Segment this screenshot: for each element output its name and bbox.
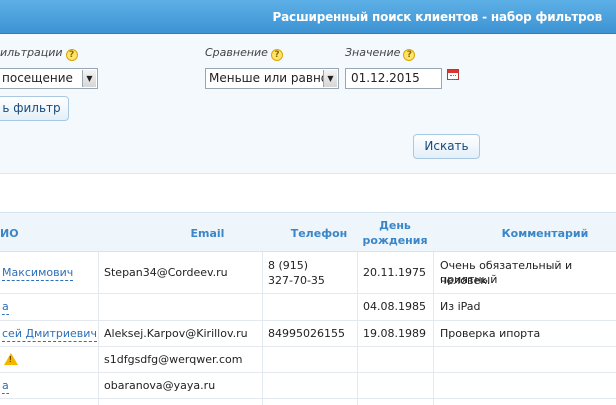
- help-icon[interactable]: ?: [65, 49, 78, 61]
- table-row[interactable]: ! s1dfgsdfg@werqwer.com: [0, 347, 616, 373]
- client-name-link[interactable]: сей Дмитриевич: [2, 327, 97, 342]
- column-header-birthday-line1[interactable]: День: [360, 219, 430, 232]
- table-row[interactable]: Максимович Stepan34@Cordeev.ru 8 (915) 3…: [0, 252, 616, 294]
- compare-value: Меньше или равно: [209, 71, 329, 85]
- client-phone-line1: 84995026155: [268, 327, 345, 340]
- header-bar: Расширенный поиск клиентов - набор фильт…: [0, 0, 616, 34]
- client-email: Aleksej.Karpov@Kirillov.ru: [104, 327, 248, 340]
- column-header-phone[interactable]: Телефон: [290, 227, 348, 240]
- client-name-link[interactable]: а: [2, 379, 9, 394]
- table-row[interactable]: сей Дмитриевич Aleksej.Karpov@Kirillov.r…: [0, 321, 616, 347]
- column-header-comment[interactable]: Комментарий: [500, 227, 590, 240]
- compare-select[interactable]: Меньше или равно ▼: [205, 68, 339, 89]
- page-title: Расширенный поиск клиентов - набор фильт…: [272, 10, 603, 24]
- search-button[interactable]: Искать: [413, 134, 480, 159]
- client-comment-line1: Из iPad: [440, 300, 481, 313]
- help-icon[interactable]: ?: [270, 49, 283, 61]
- client-email: obaranova@yaya.ru: [104, 379, 216, 392]
- column-header-birthday-line2[interactable]: рождения: [360, 234, 430, 247]
- date-input[interactable]: 01.12.2015: [345, 68, 442, 89]
- client-email: Stepan34@Cordeev.ru: [104, 266, 228, 279]
- help-icon[interactable]: ?: [403, 49, 416, 61]
- client-phone-line1: 8 (915): [268, 259, 309, 272]
- warning-glyph: !: [9, 355, 12, 364]
- warning-icon: !: [4, 353, 18, 365]
- filter-param-select[interactable]: посещение ▼: [0, 68, 98, 89]
- compare-label: Сравнение?: [205, 46, 283, 61]
- value-label-text: Значение: [345, 46, 401, 59]
- client-comment-line2: человек.: [440, 274, 491, 287]
- client-name-link[interactable]: Максимович: [2, 266, 74, 281]
- add-filter-button[interactable]: ь фильтр: [0, 96, 69, 121]
- client-birthday: 04.08.1985: [363, 300, 426, 313]
- calendar-icon[interactable]: [447, 69, 459, 80]
- client-comment-line1: Проверка ипорта: [440, 327, 541, 340]
- filter-param-label: ильтрации?: [0, 46, 78, 61]
- filter-param-label-text: ильтрации: [0, 46, 63, 59]
- column-header-email[interactable]: Email: [185, 227, 230, 240]
- filter-param-value: посещение: [2, 71, 73, 85]
- filter-panel: ильтрации? Сравнение? Значение? посещени…: [0, 34, 616, 174]
- client-birthday: 20.11.1975: [363, 266, 426, 279]
- table-row[interactable]: а 04.08.1985 Из iPad: [0, 294, 616, 321]
- chevron-down-icon[interactable]: ▼: [323, 70, 337, 87]
- table-header: ИО Email Телефон День рождения Комментар…: [0, 212, 616, 252]
- chevron-down-icon[interactable]: ▼: [82, 70, 96, 87]
- column-header-fio[interactable]: ИО: [0, 227, 19, 240]
- client-phone-line2: 327-70-35: [268, 274, 325, 287]
- client-birthday: 19.08.1989: [363, 327, 426, 340]
- table-row[interactable]: а obaranova@yaya.ru: [0, 373, 616, 399]
- compare-label-text: Сравнение: [205, 46, 268, 59]
- client-email: s1dfgsdfg@werqwer.com: [104, 353, 243, 366]
- client-name-link[interactable]: а: [2, 300, 9, 315]
- value-label: Значение?: [345, 46, 416, 61]
